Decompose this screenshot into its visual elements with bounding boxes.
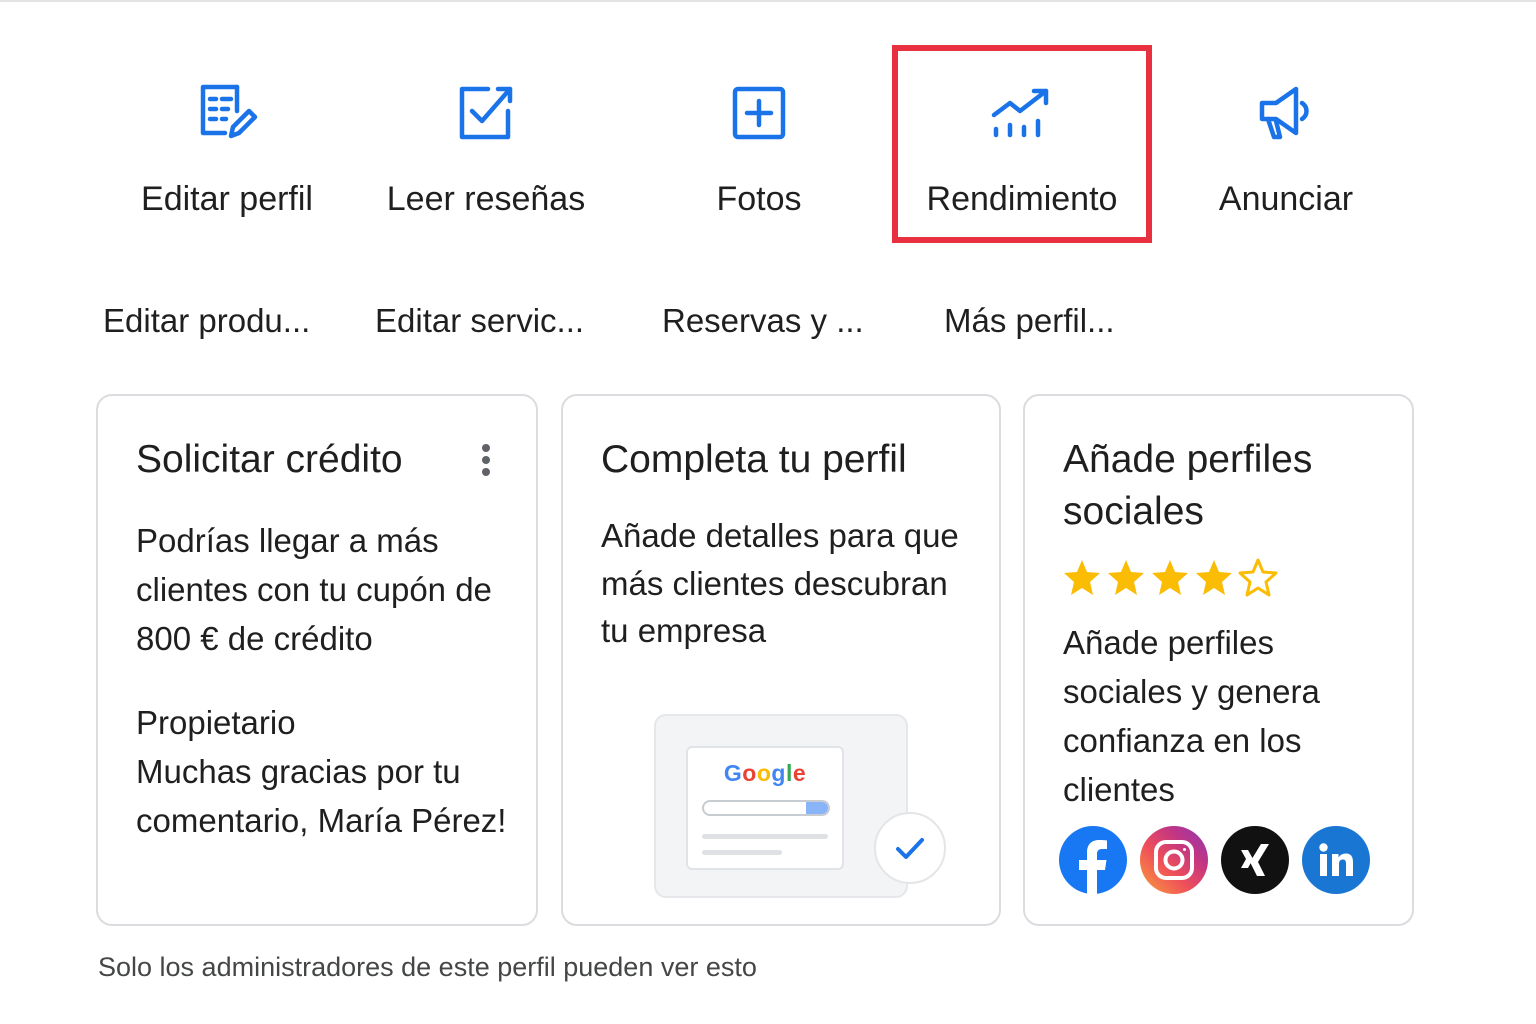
more-options-button[interactable] [472,440,500,480]
owner-label: Propietario [136,704,296,741]
star-icon [1152,560,1188,595]
quick-actions-row: Editar perfil Leer reseñas Fotos Rendimi… [0,0,1536,260]
credit-card-title: Solicitar crédito [136,438,403,481]
photos-button[interactable]: Fotos [628,78,890,238]
complete-profile-title: Completa tu perfil [601,438,907,481]
social-profiles-card[interactable]: Añade perfiles sociales Añade perfiles s… [1023,394,1414,926]
owner-reply-text: Muchas gracias por tu comentario, María … [136,753,507,839]
credit-card[interactable]: Solicitar crédito Podrías llegar a más c… [96,394,538,926]
more-vert-icon [482,444,490,452]
search-bar-mock [702,800,830,816]
photos-label: Fotos [716,180,802,218]
performance-chart-icon [987,78,1057,148]
credit-card-body: Podrías llegar a más clientes con tu cup… [136,522,492,657]
star-icon [1064,560,1100,595]
xing-icon[interactable] [1221,826,1289,894]
chip-bookings[interactable]: Reservas y ... [662,302,864,340]
check-icon [874,812,946,884]
social-network-list [1059,826,1370,894]
reviews-icon [451,78,521,148]
megaphone-icon [1251,78,1321,148]
instagram-icon[interactable] [1140,826,1208,894]
linkedin-icon[interactable] [1302,826,1370,894]
chip-edit-products[interactable]: Editar produ... [103,302,310,340]
star-icon [1196,560,1232,595]
chip-edit-services[interactable]: Editar servic... [375,302,584,340]
star-rating [1061,558,1279,598]
edit-profile-button[interactable]: Editar perfil [96,78,358,238]
read-reviews-button[interactable]: Leer reseñas [356,78,616,238]
complete-profile-body: Añade detalles para que más clientes des… [601,517,959,649]
advertise-button[interactable]: Anunciar [1156,78,1416,238]
social-profiles-title: Añade perfiles sociales [1063,438,1313,533]
performance-label: Rendimiento [926,180,1118,218]
admin-only-note: Solo los administradores de este perfil … [98,952,757,982]
star-icon [1238,558,1278,597]
edit-profile-icon [192,78,262,148]
advertise-label: Anunciar [1218,180,1354,218]
add-photo-icon [724,78,794,148]
star-icon [1108,560,1144,595]
read-reviews-label: Leer reseñas [386,180,586,218]
google-logo: Google [723,760,807,786]
social-profiles-body: Añade perfiles sociales y genera confian… [1063,624,1320,808]
profile-illustration: Google [654,714,946,898]
edit-profile-label: Editar perfil [141,180,313,218]
search-result-mock: Google [686,746,844,870]
chip-more-profile[interactable]: Más perfil... [944,302,1115,340]
performance-button[interactable]: Rendimiento [892,78,1152,238]
complete-profile-card[interactable]: Completa tu perfil Añade detalles para q… [561,394,1001,926]
facebook-icon[interactable] [1059,826,1127,894]
